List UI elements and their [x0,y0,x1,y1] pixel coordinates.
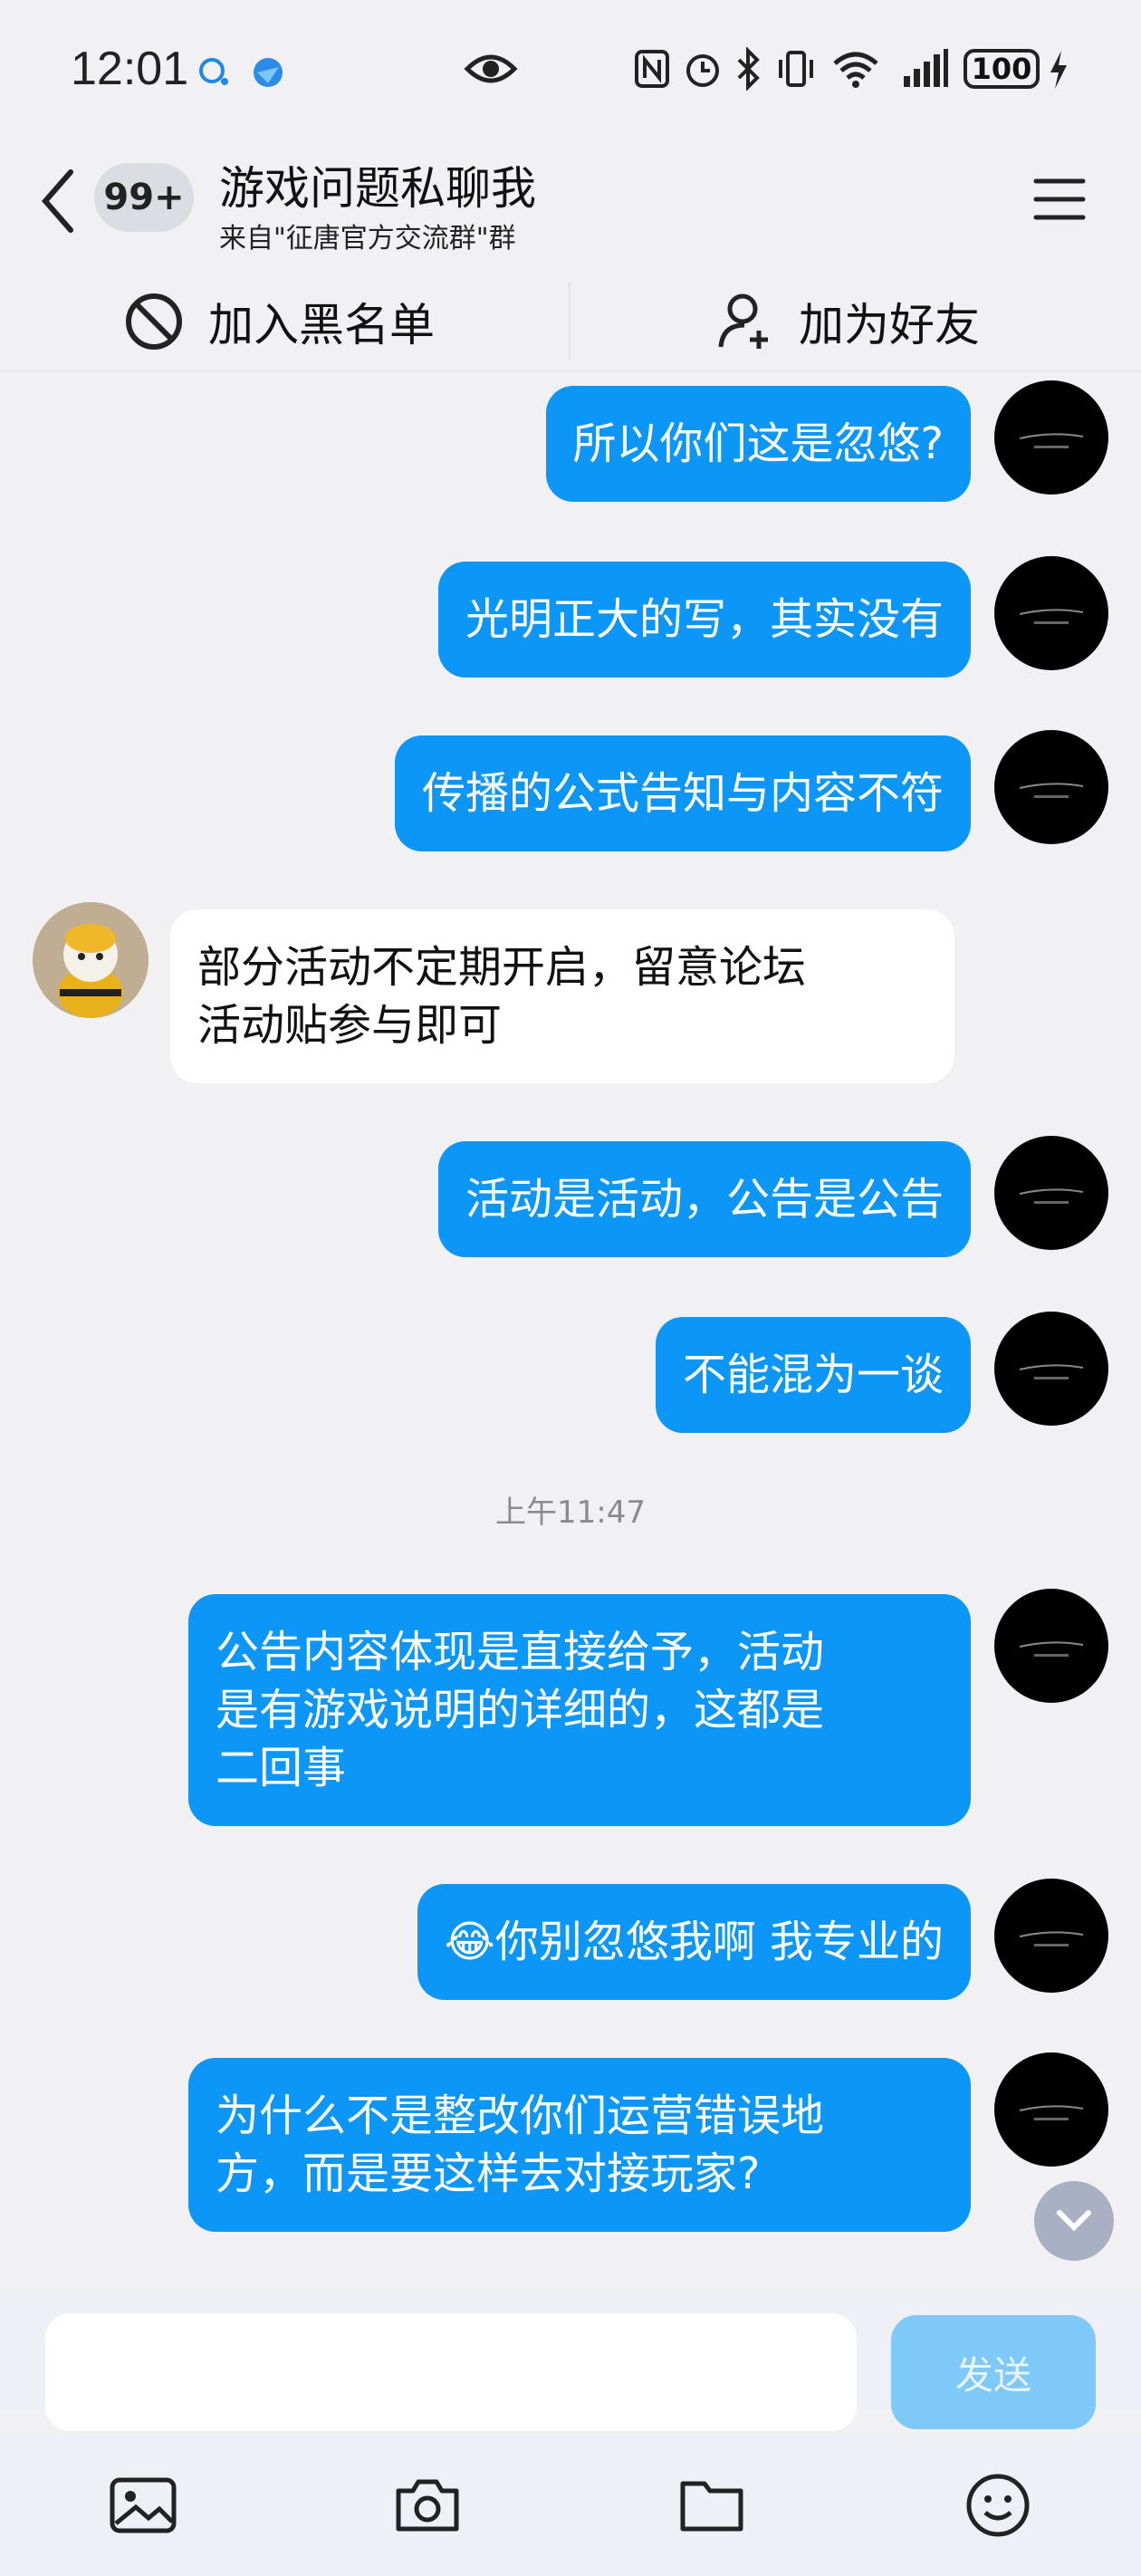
wifi-icon [833,52,878,88]
outgoing-message[interactable]: 为什么不是整改你们运营错误地 方，而是要这样去对接玩家? [188,2058,971,2232]
self-avatar[interactable] [994,380,1108,495]
chat-subtitle: 来自"征唐官方交流群"群 [219,223,516,255]
message-timestamp: 上午11:47 [495,1495,646,1531]
message-input[interactable] [45,2313,857,2431]
self-avatar[interactable] [994,1879,1108,1993]
self-avatar[interactable] [994,1136,1108,1250]
outgoing-message[interactable]: 😂你别忽悠我啊 我专业的 [417,1884,971,2000]
chevron-down-icon [1057,2210,1091,2232]
action-bar: 加入黑名单 加为好友 [0,272,1141,371]
alarm-icon [686,54,719,87]
qq-notify-icon [199,58,228,85]
input-toolbar [0,2437,1141,2576]
action-divider [569,283,570,360]
message-list[interactable]: 所以你们这是忽悠? 光明正大的写，其实没有 传播的公式告知与内容不符 部分活动不… [0,371,1141,2292]
battery-icon: 100 [964,49,1040,89]
blacklist-label: 加入黑名单 [208,299,435,351]
self-avatar[interactable] [994,730,1108,844]
status-bar: 12:01 100 [0,0,1141,136]
vibrate-icon [779,51,813,87]
outgoing-message[interactable]: 传播的公式告知与内容不符 [394,735,971,851]
send-button[interactable]: 发送 [891,2315,1096,2429]
self-avatar[interactable] [994,2052,1108,2167]
image-icon[interactable] [107,2469,179,2542]
battery-level: 100 [971,52,1032,86]
nfc-icon [635,50,669,88]
charging-icon [1050,51,1067,89]
scroll-to-bottom-button[interactable] [1034,2181,1114,2261]
input-bar: 发送 [0,2292,1141,2431]
menu-icon[interactable] [1032,174,1087,225]
outgoing-message[interactable]: 活动是活动，公告是公告 [437,1141,971,1257]
camera-icon[interactable] [391,2469,464,2542]
incoming-message[interactable]: 部分活动不定期开启，留意论坛 活动贴参与即可 [170,909,954,1083]
chat-header: 99+ 游戏问题私聊我 来自"征唐官方交流群"群 [0,136,1141,272]
outgoing-message[interactable]: 公告内容体现是直接给予，活动 是有游戏说明的详细的，这都是 二回事 [188,1594,971,1826]
chat-title: 游戏问题私聊我 [219,162,536,215]
self-avatar[interactable] [994,1589,1108,1703]
self-avatar[interactable] [994,1312,1108,1426]
blacklist-button[interactable]: 加入黑名单 [123,272,435,371]
self-avatar[interactable] [994,556,1108,670]
add-friend-icon [718,293,768,349]
block-icon [126,293,182,350]
status-time: 12:01 [71,43,189,95]
back-arrow-icon[interactable] [36,165,82,237]
unread-count-badge[interactable]: 99+ [94,163,194,232]
signal-icon [904,49,948,87]
browser-icon [254,58,283,87]
contact-avatar[interactable] [33,902,149,1018]
folder-icon[interactable] [676,2469,748,2542]
add-friend-button[interactable]: 加为好友 [717,272,980,371]
outgoing-message[interactable]: 光明正大的写，其实没有 [437,562,971,678]
outgoing-message[interactable]: 不能混为一谈 [655,1317,971,1433]
outgoing-message[interactable]: 所以你们这是忽悠? [545,386,971,502]
emoji-icon[interactable] [962,2469,1034,2542]
eye-icon [464,54,518,83]
bluetooth-icon [737,47,760,91]
add-friend-label: 加为好友 [799,299,980,351]
